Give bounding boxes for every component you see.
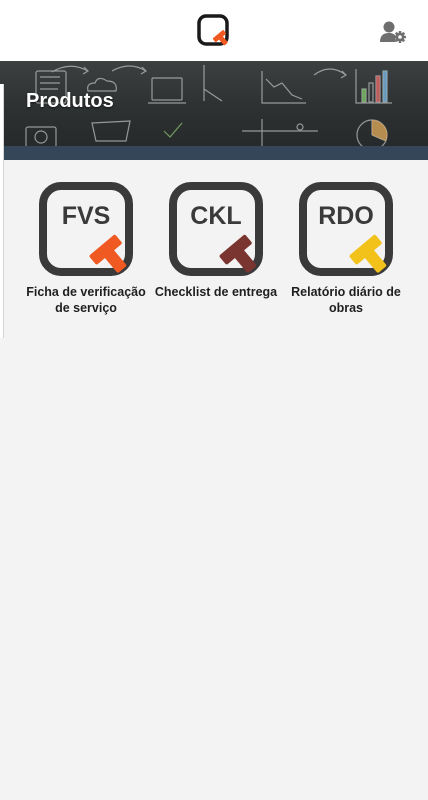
ckl-icon: CKL [169,182,263,276]
svg-text:CKL: CKL [190,202,241,230]
product-label: Relatório diário de obras [291,285,401,315]
products-banner: Produtos [0,61,428,146]
side-drawer-handle[interactable] [0,84,4,338]
banner-divider [0,146,428,160]
svg-text:RDO: RDO [318,202,374,230]
product-grid: FVS Ficha de verificação de serviço CKL … [22,182,410,316]
product-ckl[interactable]: CKL Checklist de entrega [152,182,280,316]
app-logo-icon[interactable] [197,14,231,48]
user-settings-icon[interactable] [379,20,407,44]
fvs-icon: FVS [39,182,133,276]
top-bar [0,0,428,61]
svg-text:FVS: FVS [62,202,111,230]
page-title: Produtos [26,90,114,112]
product-fvs[interactable]: FVS Ficha de verificação de serviço [22,182,150,316]
rdo-icon: RDO [299,182,393,276]
product-rdo[interactable]: RDO Relatório diário de obras [282,182,410,316]
product-label: Checklist de entrega [154,285,278,299]
product-label: Ficha de verificação de serviço [26,285,146,315]
